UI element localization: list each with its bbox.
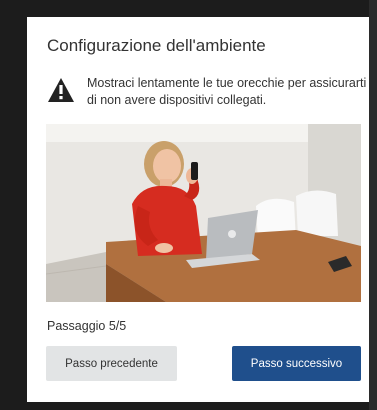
next-step-button[interactable]: Passo successivo (232, 346, 361, 381)
webcam-preview (46, 124, 361, 302)
warning-message: Mostraci lentamente le tue orecchie per … (47, 73, 367, 123)
previous-step-button[interactable]: Passo precedente (46, 346, 177, 381)
step-indicator: Passaggio 5/5 (47, 319, 127, 333)
warning-text: Mostraci lentamente le tue orecchie per … (87, 76, 367, 107)
environment-setup-dialog: Configurazione dell'ambiente Mostraci le… (27, 17, 369, 402)
warning-triangle-icon (48, 78, 74, 102)
modal-backdrop-edge (369, 0, 377, 410)
dialog-title: Configurazione dell'ambiente (47, 36, 266, 55)
